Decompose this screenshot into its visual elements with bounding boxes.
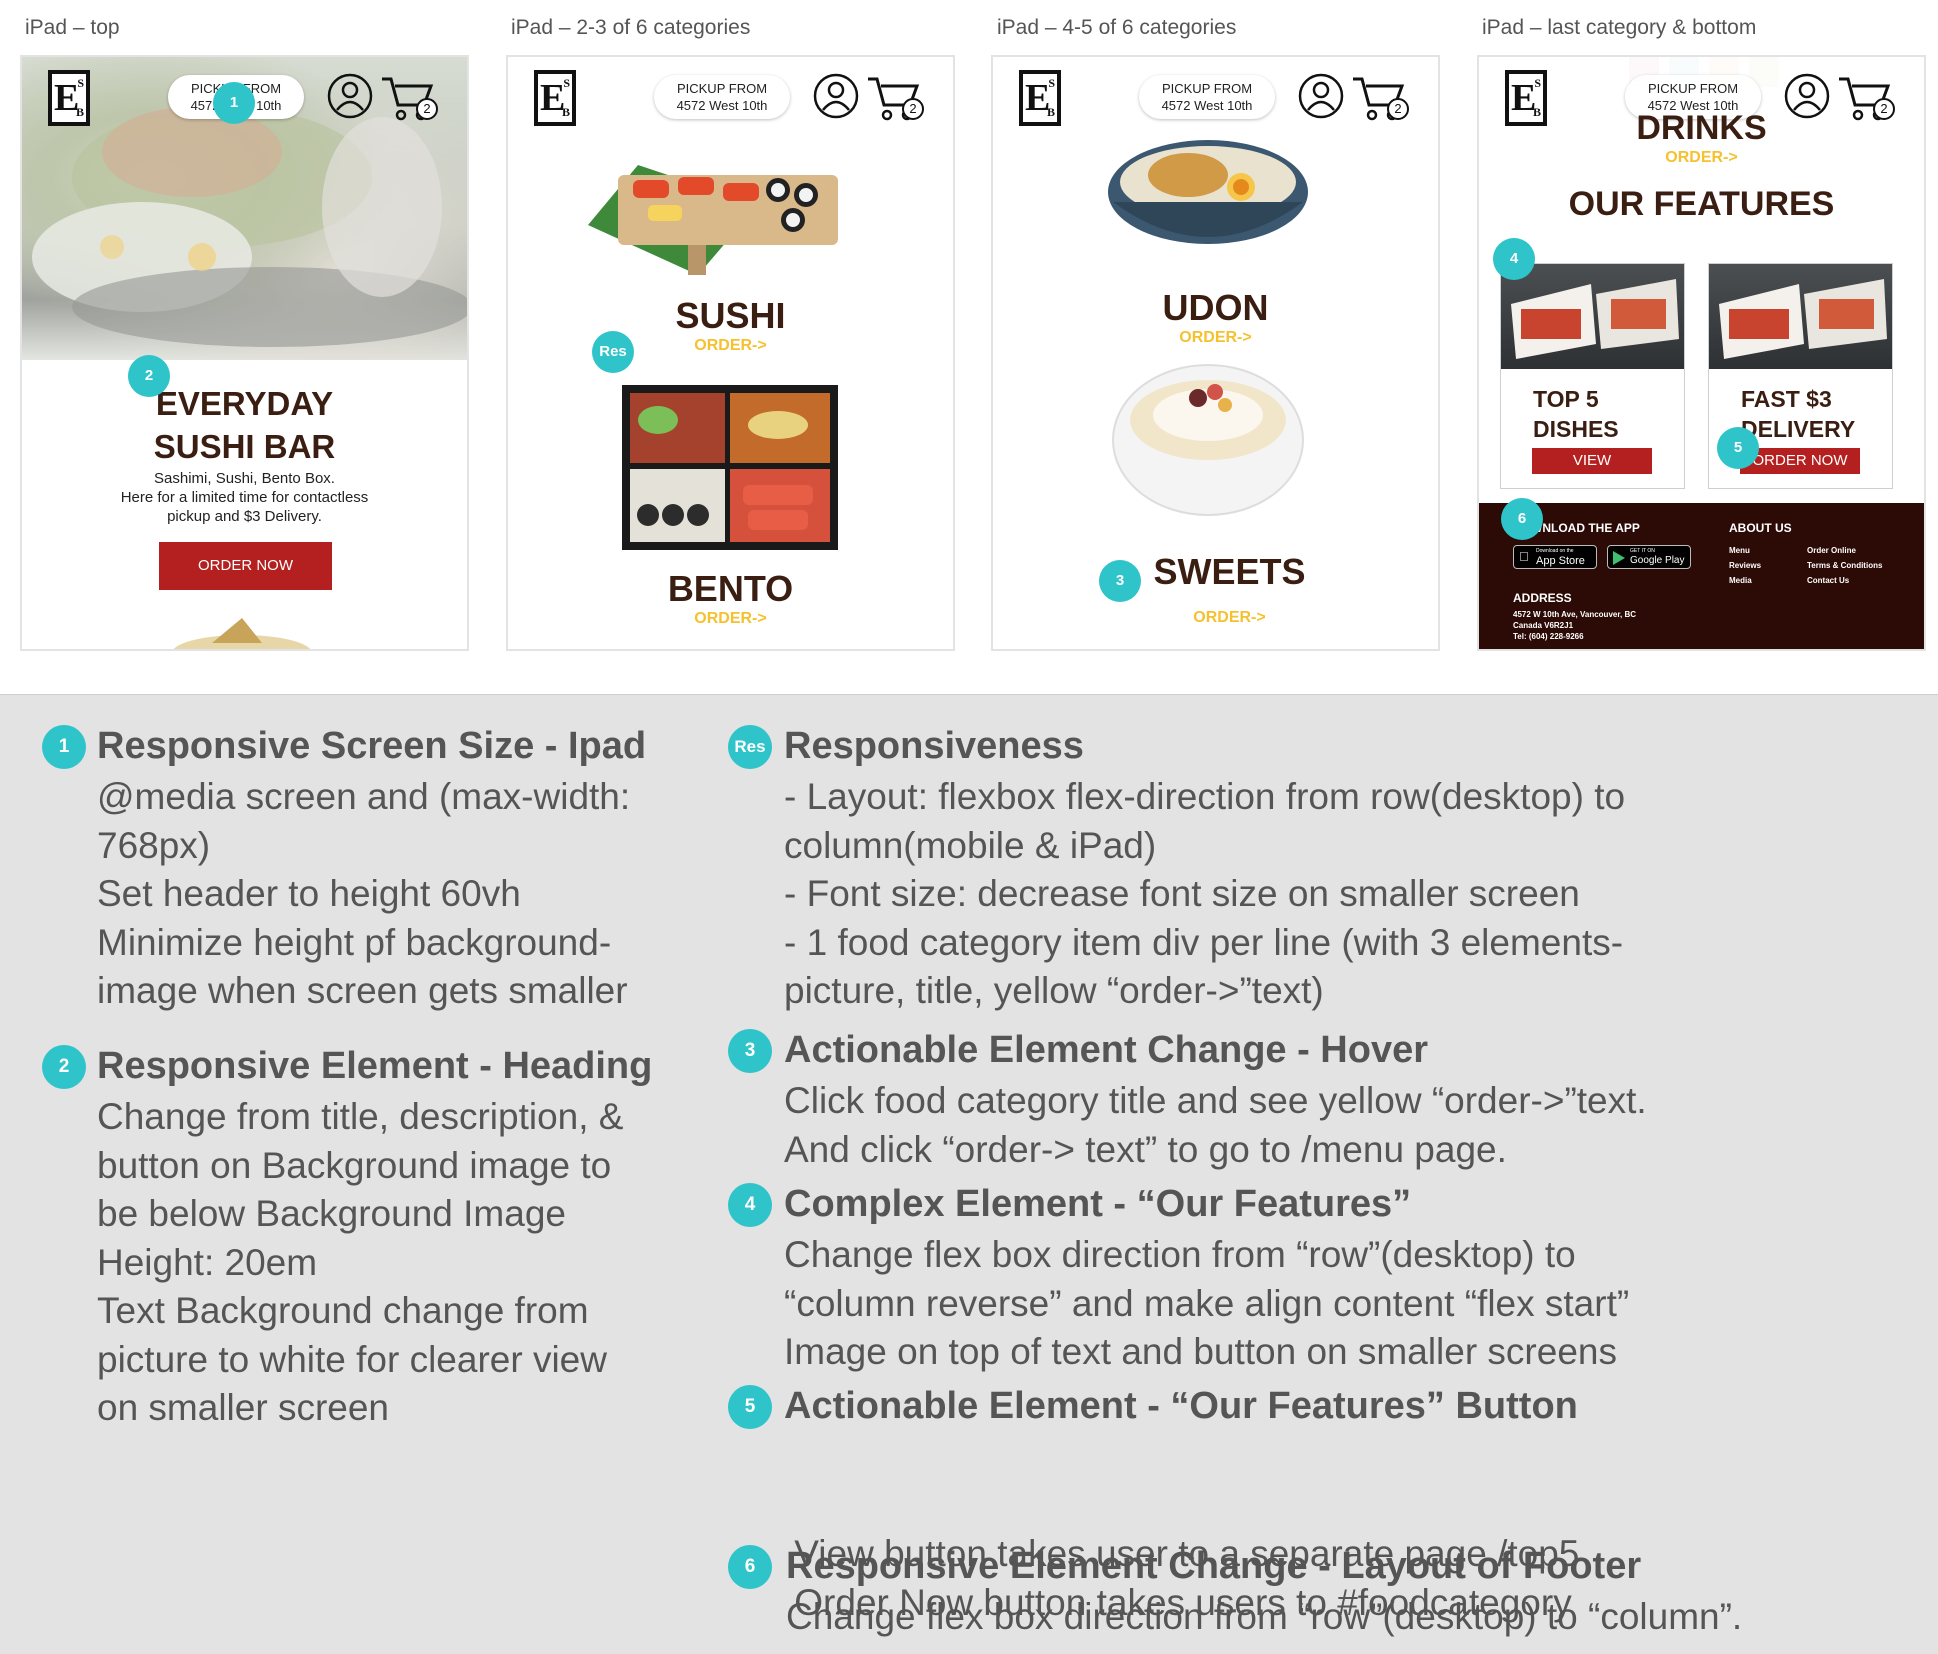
footer-link-contact[interactable]: Contact Us — [1807, 573, 1882, 588]
ipad-frame-last-category: ESB PICKUP FROM 4572 West 10th 2 DRINKS O… — [1477, 55, 1926, 651]
category-title-udon[interactable]: UDON — [993, 287, 1438, 329]
user-icon[interactable] — [327, 73, 373, 119]
note-6-body: Change flex box direction from “row”(des… — [786, 1596, 1743, 1637]
cart-count-badge: 2 — [1387, 98, 1409, 120]
category-title-drinks[interactable]: DRINKS — [1479, 109, 1924, 148]
sushi-platter-photo — [588, 165, 838, 275]
annotation-badge-2: 2 — [128, 355, 170, 397]
app-store-badge[interactable]:  Download on the App Store — [1513, 545, 1597, 569]
footer-about-heading: ABOUT US — [1729, 521, 1792, 535]
footer-address: 4572 W 10th Ave, Vancouver, BC Canada V6R… — [1513, 610, 1637, 641]
hero-heading: EVERYDAY SUSHI BAR — [153, 385, 336, 465]
ipad-frame-categories-2-3: SUSHI ORDER-> BENTO ORDER-> ESB PICKUP F… — [506, 55, 955, 651]
note-badge-res: Res — [728, 725, 772, 769]
pickup-location-pill[interactable]: PICKUP FROM4572 West 10th — [1139, 75, 1275, 119]
footer-address-heading: ADDRESS — [1513, 591, 1572, 605]
category-order-link-sushi[interactable]: ORDER-> — [508, 337, 953, 355]
note-badge-1: 1 — [42, 725, 86, 769]
annotation-notes-panel: 1 Responsive Screen Size - Ipad @media s… — [0, 694, 1938, 1654]
note-res-body: - Layout: flexbox flex-direction from ro… — [784, 776, 1626, 1011]
bento-box-photo — [622, 385, 838, 550]
frame-label-categories-2-3: iPad – 2-3 of 6 categories — [511, 16, 751, 39]
feature-image-bento — [1709, 264, 1892, 369]
note-4-title: Complex Element - “Our Features” — [784, 1183, 1412, 1225]
cart-count-badge: 2 — [902, 98, 924, 120]
tempura-photo-peek — [173, 618, 311, 649]
footer-link-reviews[interactable]: Reviews — [1729, 558, 1761, 573]
annotation-badge-4: 4 — [1493, 238, 1535, 280]
annotation-badge-res: Res — [592, 331, 634, 373]
feature-image-bento — [1501, 264, 1684, 369]
frame-label-categories-4-5: iPad – 4-5 of 6 categories — [997, 16, 1237, 39]
annotation-badge-3: 3 — [1099, 560, 1141, 602]
cart-count-badge: 2 — [416, 98, 438, 120]
frame-label-last-category: iPad – last category & bottom — [1482, 16, 1757, 39]
category-order-link-bento[interactable]: ORDER-> — [508, 610, 953, 628]
frame-label-top: iPad – top — [25, 16, 120, 39]
note-1-title: Responsive Screen Size - Ipad — [97, 725, 647, 767]
note-6-title: Responsive Element Change - Layout of Fo… — [786, 1545, 1642, 1587]
esb-logo[interactable]: ESB — [534, 70, 576, 126]
category-order-link-udon[interactable]: ORDER-> — [993, 329, 1438, 347]
esb-logo[interactable]: ESB — [48, 70, 90, 126]
udon-bowl-photo — [1108, 140, 1308, 244]
esb-logo[interactable]: ESB — [1019, 70, 1061, 126]
note-5-title: Actionable Element - “Our Features” Butt… — [784, 1385, 1578, 1427]
user-icon[interactable] — [813, 73, 859, 119]
note-2-body: Change from title, description, & button … — [97, 1096, 624, 1428]
footer-link-media[interactable]: Media — [1729, 573, 1761, 588]
note-2-title: Responsive Element - Heading — [97, 1045, 653, 1087]
site-header: ESB PICKUP FROM4572 West 10th 2 — [508, 57, 953, 136]
footer-link-order-online[interactable]: Order Online — [1807, 543, 1882, 558]
apple-icon:  — [1519, 549, 1529, 564]
category-title-bento[interactable]: BENTO — [508, 568, 953, 610]
feature-view-button[interactable]: VIEW — [1532, 448, 1652, 474]
play-icon — [1613, 551, 1625, 565]
pickup-location-pill[interactable]: PICKUP FROM4572 West 10th — [654, 75, 790, 119]
mockup-board: iPad – top iPad – 2-3 of 6 categories iP… — [0, 0, 1938, 694]
google-play-badge[interactable]: GET IT ON Google Play — [1607, 545, 1691, 569]
footer-link-terms[interactable]: Terms & Conditions — [1807, 558, 1882, 573]
footer-links-col2: Order Online Terms & Conditions Contact … — [1807, 543, 1882, 588]
annotation-badge-6: 6 — [1501, 498, 1543, 540]
note-4-body: Change flex box direction from “row”(des… — [784, 1234, 1630, 1372]
ipad-frame-top: ESB PICKUP FROM4572 West 10th 2 EVERYDAY… — [20, 55, 469, 651]
note-3-body: Click food category title and see yellow… — [784, 1080, 1647, 1170]
sweets-bowl-photo — [1112, 364, 1304, 516]
note-badge-4: 4 — [728, 1183, 772, 1227]
user-icon[interactable] — [1298, 73, 1344, 119]
annotation-badge-1: 1 — [213, 82, 255, 124]
feature-title-delivery: FAST $3 DELIVERY — [1741, 386, 1856, 442]
footer-link-menu[interactable]: Menu — [1729, 543, 1761, 558]
category-order-link-sweets[interactable]: ORDER-> — [1007, 609, 1438, 627]
note-badge-6: 6 — [728, 1545, 772, 1589]
feature-card-top5: TOP 5 DISHES VIEW — [1500, 263, 1685, 489]
note-1-body: @media screen and (max-width: 768px) Set h… — [97, 776, 631, 1011]
note-3-title: Actionable Element Change - Hover — [784, 1029, 1429, 1071]
ipad-frame-categories-4-5: UDON ORDER-> SWEETS ORDER-> ESB PICKUP F… — [991, 55, 1440, 651]
features-heading: OUR FEATURES — [1568, 185, 1835, 223]
category-order-link-drinks[interactable]: ORDER-> — [1479, 149, 1924, 167]
note-badge-5: 5 — [728, 1385, 772, 1429]
annotation-badge-5: 5 — [1717, 427, 1759, 469]
note-badge-3: 3 — [728, 1029, 772, 1073]
hero-description: Sashimi, Sushi, Bento Box. Here for a lim… — [120, 470, 369, 525]
category-title-sushi[interactable]: SUSHI — [508, 295, 953, 337]
footer-links-col1: Menu Reviews Media — [1729, 543, 1761, 588]
feature-title-top5: TOP 5 DISHES — [1533, 386, 1619, 442]
note-res-title: Responsiveness — [784, 725, 1084, 767]
hero-order-now-button[interactable]: ORDER NOW — [159, 542, 332, 590]
site-footer: DOWNLOAD THE APP  Download on the App S… — [1479, 503, 1924, 649]
note-badge-2: 2 — [42, 1045, 86, 1089]
category-title-sweets[interactable]: SWEETS — [1007, 551, 1438, 593]
site-header: ESB PICKUP FROM4572 West 10th 2 — [993, 57, 1438, 136]
